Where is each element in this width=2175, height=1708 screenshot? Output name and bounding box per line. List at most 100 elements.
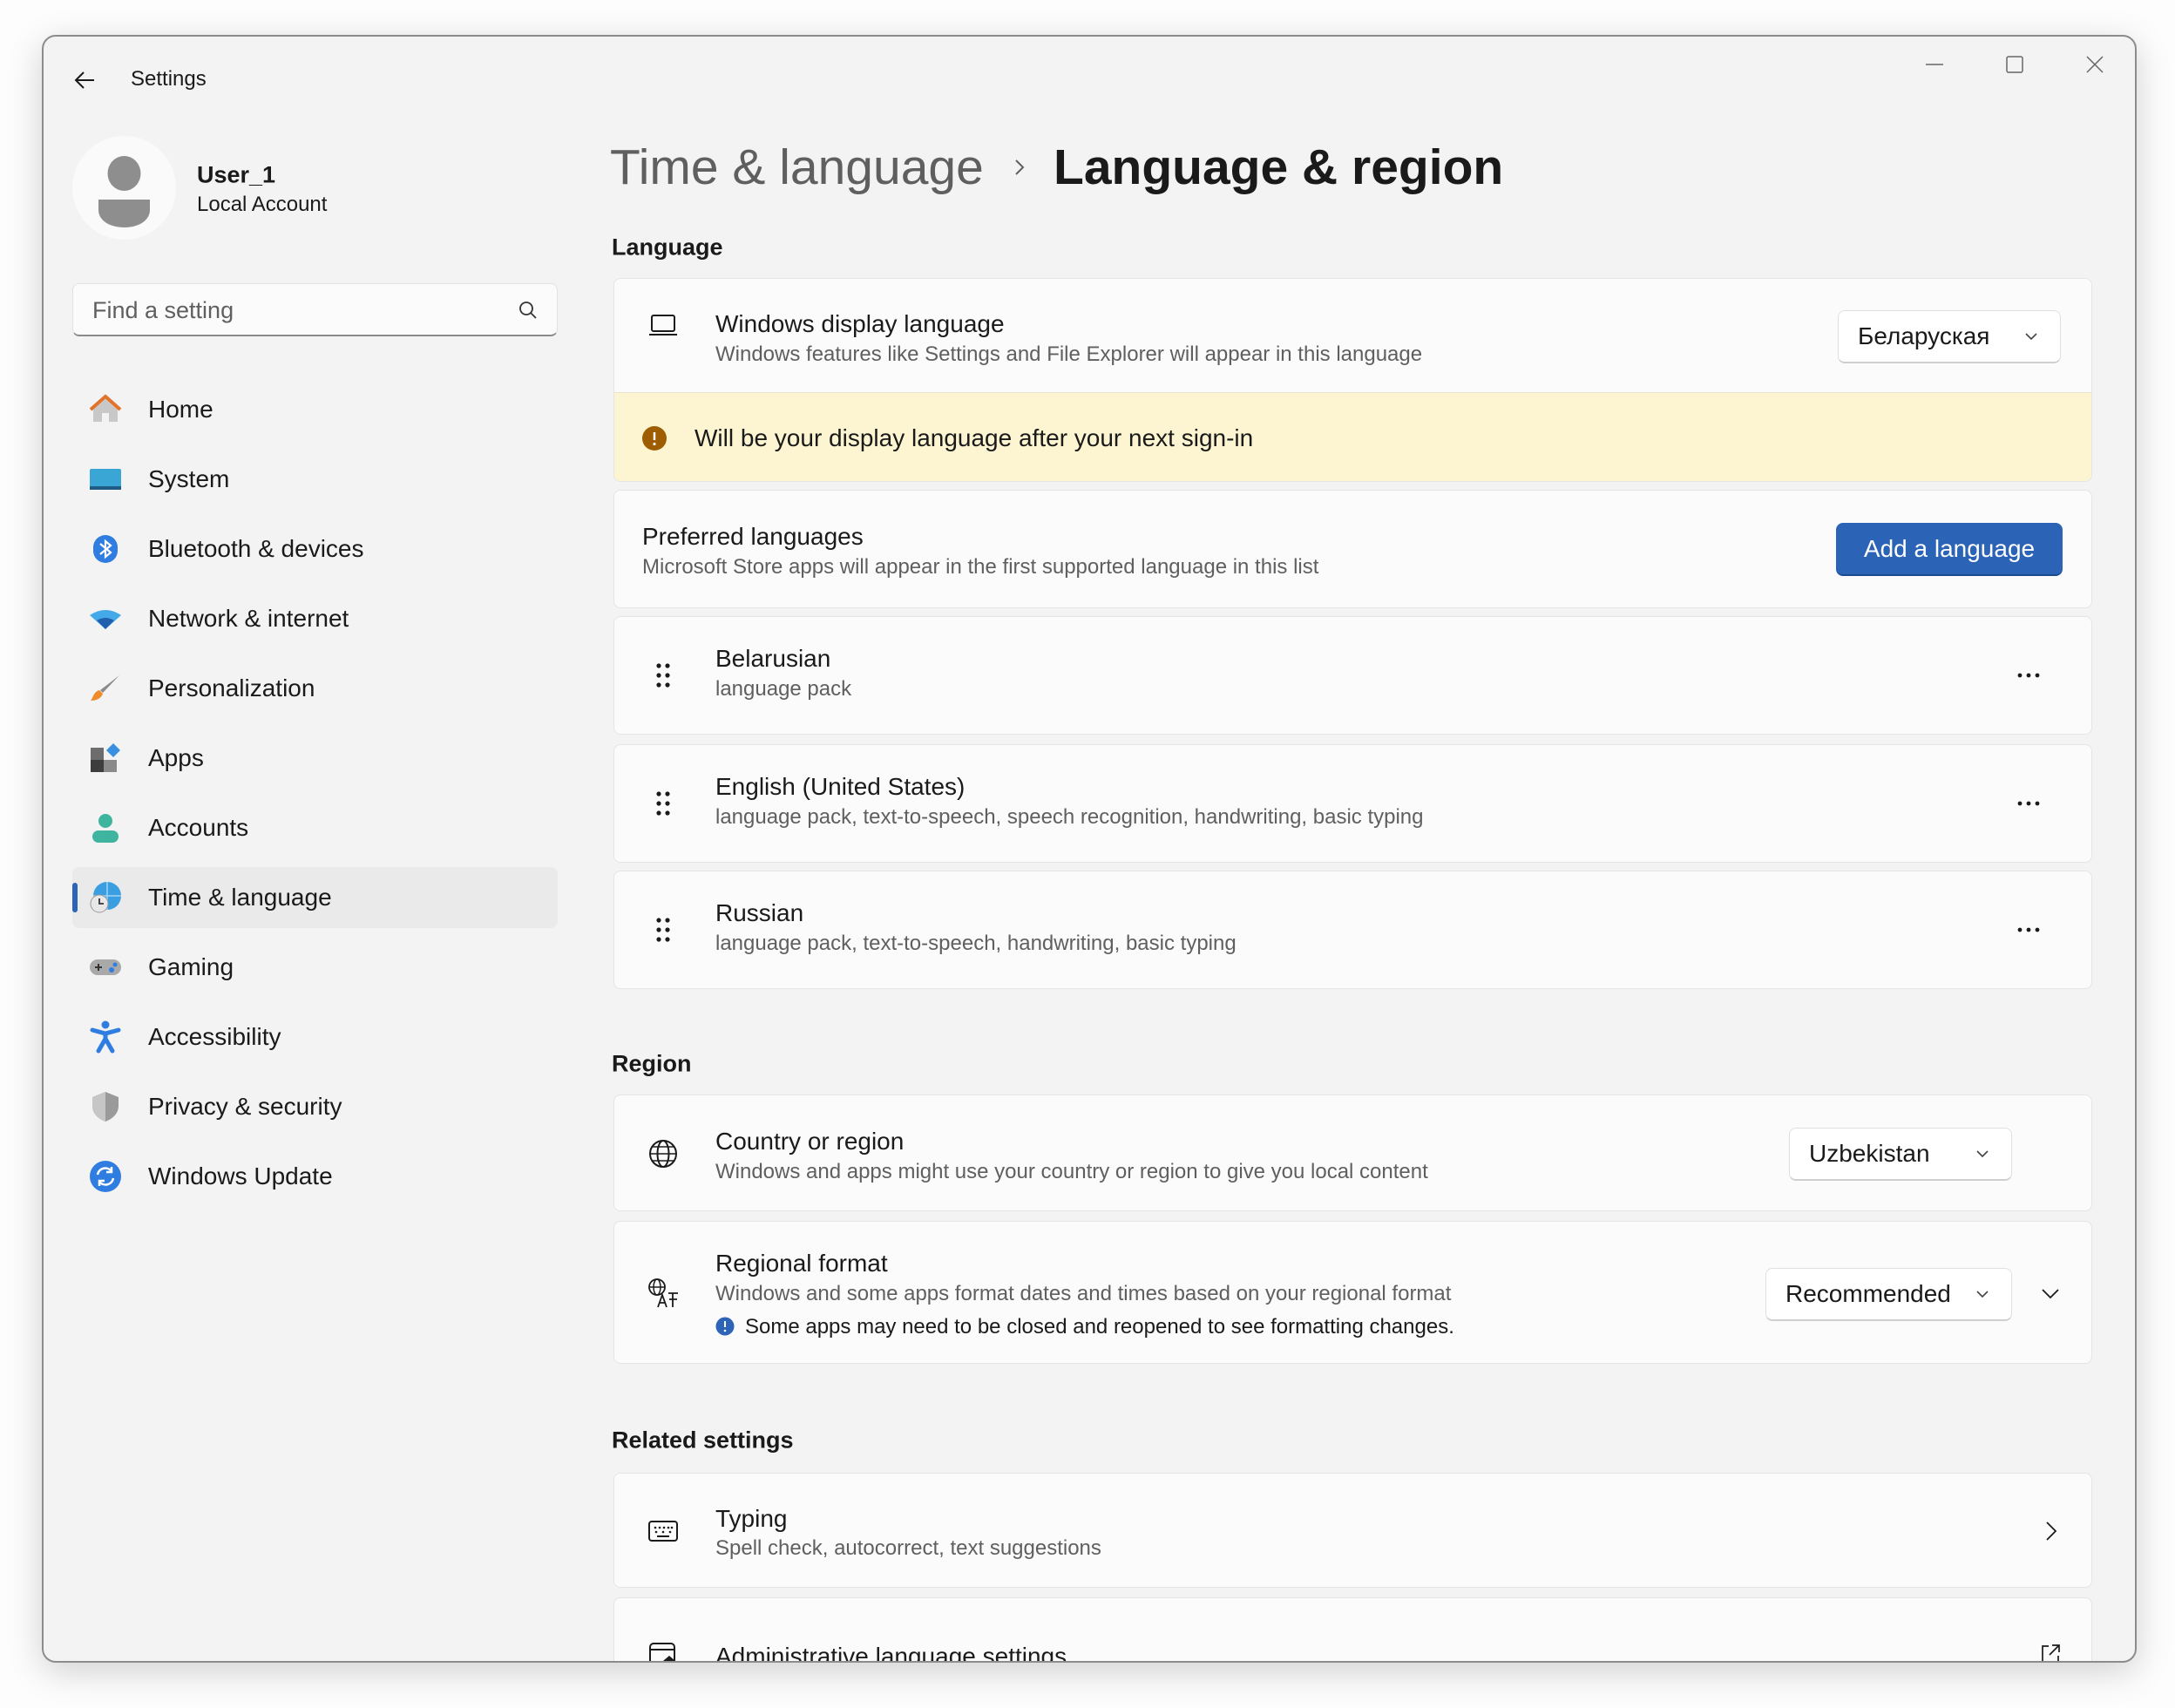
wifi-icon: [90, 610, 121, 629]
sidebar-item-label: Time & language: [148, 884, 332, 911]
admin-icon: [649, 1643, 675, 1661]
sidebar-item-home[interactable]: Home: [72, 379, 558, 440]
sidebar-item-windows-update[interactable]: Windows Update: [72, 1146, 558, 1207]
regional-format-info: Some apps may need to be closed and reop…: [745, 1315, 1454, 1339]
admin-title: Administrative language settings: [715, 1643, 1067, 1663]
sidebar-item-system[interactable]: System: [72, 449, 558, 510]
sidebar-item-accessibility[interactable]: Accessibility: [72, 1006, 558, 1068]
breadcrumb-parent[interactable]: Time & language: [610, 139, 984, 196]
sign-in-banner: Will be your display language after your…: [614, 392, 2091, 481]
country-title: Country or region: [715, 1128, 905, 1155]
page-title: Language & region: [1054, 139, 1504, 195]
minimize-icon: [1926, 64, 1943, 65]
close-button[interactable]: [2077, 49, 2112, 80]
sidebar-item-bluetooth[interactable]: Bluetooth & devices: [72, 518, 558, 580]
sidebar-item-label: Windows Update: [148, 1162, 333, 1190]
chevron-down-icon: [1976, 1150, 1989, 1158]
system-icon: [90, 469, 121, 490]
sidebar-item-network[interactable]: Network & internet: [72, 588, 558, 649]
settings-window: Settings User_1 Local Account Home Syste…: [42, 35, 2137, 1663]
more-options-icon[interactable]: [2009, 784, 2048, 823]
language-features: language pack: [715, 677, 852, 701]
sidebar-item-time-language[interactable]: Time & language: [72, 867, 558, 928]
country-subtitle: Windows and apps might use your country …: [715, 1160, 1428, 1183]
section-header-region: Region: [612, 1050, 692, 1077]
drag-handle-icon[interactable]: [646, 658, 681, 693]
user-name: User_1: [197, 161, 276, 188]
add-language-button[interactable]: Add a language: [1836, 523, 2063, 576]
info-icon: [715, 1317, 735, 1336]
regional-format-card[interactable]: Regional format Windows and some apps fo…: [613, 1221, 2092, 1364]
language-features: language pack, text-to-speech, handwriti…: [715, 932, 1237, 955]
regional-format-subtitle: Windows and some apps format dates and t…: [715, 1282, 1452, 1305]
dropdown-value: Uzbekistan: [1809, 1140, 1930, 1167]
sidebar-item-label: Accounts: [148, 814, 249, 841]
drag-handle-icon[interactable]: [646, 912, 681, 947]
language-row-russian[interactable]: Russian language pack, text-to-speech, h…: [613, 871, 2092, 989]
sidebar-item-personalization[interactable]: Personalization: [72, 658, 558, 719]
laptop-icon: [649, 315, 677, 336]
gamepad-icon: [90, 959, 121, 975]
banner-text: Will be your display language after your…: [695, 424, 1254, 451]
drag-handle-icon[interactable]: [646, 786, 681, 821]
maximize-button[interactable]: [1997, 49, 2032, 80]
preferred-languages-card: Preferred languages Microsoft Store apps…: [613, 490, 2092, 608]
language-format-icon: [648, 1278, 678, 1308]
preferred-languages-title: Preferred languages: [642, 523, 864, 550]
typing-subtitle: Spell check, autocorrect, text suggestio…: [715, 1536, 1101, 1560]
maximize-icon: [2006, 56, 2023, 73]
language-row-english[interactable]: English (United States) language pack, t…: [613, 744, 2092, 863]
regional-format-dropdown[interactable]: Recommended: [1765, 1268, 2012, 1321]
display-language-title: Windows display language: [715, 310, 1005, 337]
search-icon[interactable]: [518, 300, 539, 321]
sidebar-item-label: Apps: [148, 744, 204, 771]
minimize-button[interactable]: [1917, 49, 1952, 80]
language-name: Russian: [715, 899, 804, 926]
typing-title: Typing: [715, 1505, 788, 1532]
sidebar-item-privacy[interactable]: Privacy & security: [72, 1076, 558, 1137]
external-link-icon: [2042, 1644, 2060, 1661]
more-options-icon[interactable]: [2009, 911, 2048, 949]
expand-chevron-icon[interactable]: [2038, 1281, 2063, 1305]
sidebar-item-label: Home: [148, 396, 213, 423]
globe-icon: [649, 1140, 677, 1168]
keyboard-icon: [648, 1521, 678, 1542]
dropdown-value: Беларуская: [1858, 322, 1990, 349]
sidebar-item-gaming[interactable]: Gaming: [72, 937, 558, 998]
display-language-dropdown[interactable]: Беларуская: [1838, 310, 2061, 363]
sidebar-item-label: Personalization: [148, 674, 315, 702]
apps-icon: [91, 743, 120, 772]
display-language-card: Windows display language Windows feature…: [613, 278, 2092, 482]
language-features: language pack, text-to-speech, speech re…: [715, 805, 1424, 829]
breadcrumb-chevron-icon: [1015, 159, 1025, 175]
back-arrow-icon: [74, 71, 94, 89]
chevron-right-icon: [2046, 1522, 2057, 1541]
sidebar-item-label: Privacy & security: [148, 1093, 342, 1120]
window-title: Settings: [131, 67, 207, 91]
brush-icon: [91, 675, 119, 701]
sidebar-item-apps[interactable]: Apps: [72, 728, 558, 789]
more-options-icon[interactable]: [2009, 656, 2048, 695]
accounts-icon: [92, 814, 119, 843]
accessibility-icon: [90, 1020, 121, 1054]
section-header-related: Related settings: [612, 1427, 794, 1454]
search-input[interactable]: [91, 284, 504, 336]
country-dropdown[interactable]: Uzbekistan: [1789, 1128, 2012, 1181]
selected-indicator: [72, 883, 78, 912]
warning-icon: [642, 426, 667, 451]
section-header-language: Language: [612, 234, 723, 261]
typing-link[interactable]: Typing Spell check, autocorrect, text su…: [613, 1473, 2092, 1588]
back-button[interactable]: [68, 63, 103, 98]
sidebar-item-accounts[interactable]: Accounts: [72, 797, 558, 858]
search-box: [72, 283, 558, 336]
avatar[interactable]: [72, 136, 176, 240]
bluetooth-icon: [93, 535, 118, 563]
admin-language-settings-link[interactable]: Administrative language settings: [613, 1597, 2092, 1663]
chevron-down-icon: [1976, 1291, 1989, 1298]
sidebar-item-label: Network & internet: [148, 605, 349, 632]
sidebar-item-label: Accessibility: [148, 1023, 281, 1050]
user-icon: [98, 156, 150, 227]
home-icon: [89, 394, 122, 422]
sidebar-item-label: Bluetooth & devices: [148, 535, 364, 562]
language-row-belarusian[interactable]: Belarusian language pack: [613, 616, 2092, 735]
